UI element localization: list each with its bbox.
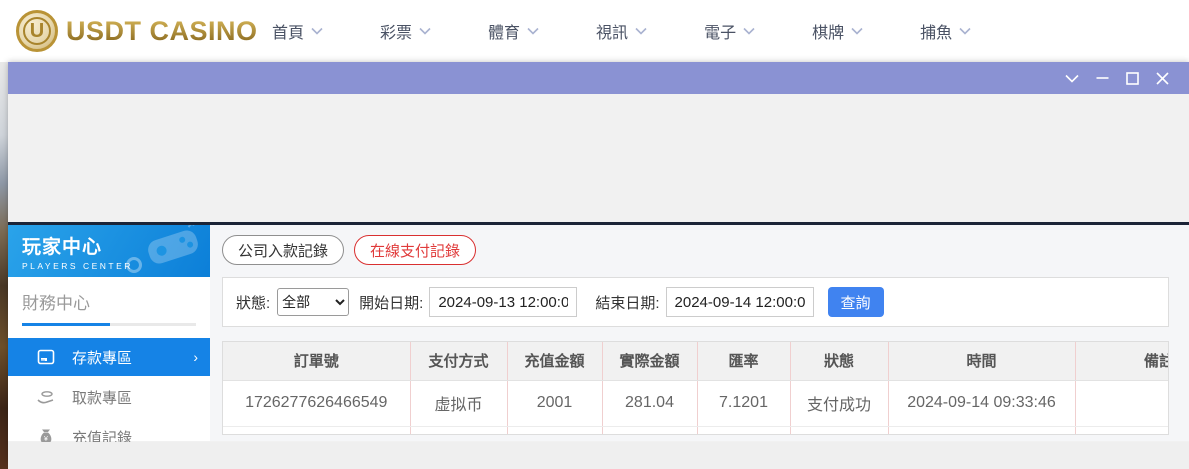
col-rate: 匯率 xyxy=(697,342,790,380)
end-date-label: 結束日期: xyxy=(595,292,659,313)
collapse-chevron-icon[interactable] xyxy=(1057,67,1087,89)
chevron-down-icon xyxy=(635,27,647,35)
tab-online-payment-records[interactable]: 在線支付記錄 xyxy=(354,235,476,265)
col-time: 時間 xyxy=(888,342,1075,380)
table-row-partial xyxy=(223,426,1169,434)
nav-item-fishing[interactable]: 捕魚 xyxy=(920,19,971,43)
cell-status: 支付成功 xyxy=(790,380,888,426)
chevron-down-icon xyxy=(743,27,755,35)
chevron-down-icon xyxy=(527,27,539,35)
status-label: 狀態: xyxy=(236,292,270,313)
sidebar-item-label: 取款專區 xyxy=(72,387,132,408)
nav-item-live[interactable]: 視訊 xyxy=(596,19,647,43)
nav-item-board-games[interactable]: 棋牌 xyxy=(812,19,863,43)
sidebar-menu: 存款專區 › 取款專區 xyxy=(8,338,210,456)
chevron-down-icon xyxy=(419,27,431,35)
chevron-down-icon xyxy=(959,27,971,35)
start-date-input[interactable] xyxy=(429,287,577,317)
chevron-down-icon xyxy=(851,27,863,35)
window-bottom-strip xyxy=(8,442,1189,469)
cell-amount: 2001 xyxy=(507,380,602,426)
search-button[interactable]: 查詢 xyxy=(828,287,884,317)
cell-time: 2024-09-14 09:33:46 xyxy=(888,380,1075,426)
cell-rate: 7.1201 xyxy=(697,380,790,426)
decorative-ring-icon xyxy=(126,257,142,273)
finance-section-label: 財務中心 xyxy=(22,289,196,314)
nav-item-lottery[interactable]: 彩票 xyxy=(380,19,431,43)
window-content: 玩家中心 PLAYERS CENTER 財務中心 xyxy=(8,225,1189,441)
records-table: 訂單號 支付方式 充值金額 實際金額 匯率 狀態 時間 備註 172627762… xyxy=(223,342,1169,434)
end-date-input[interactable] xyxy=(666,287,814,317)
start-date-label: 開始日期: xyxy=(359,292,423,313)
deposit-card-icon xyxy=(36,347,56,367)
cell-actual-amount: 281.04 xyxy=(602,380,697,426)
main-menu: 首頁 彩票 體育 視訊 電子 棋牌 xyxy=(272,19,1028,43)
col-amount: 充值金額 xyxy=(507,342,602,380)
minimize-icon[interactable] xyxy=(1087,67,1117,89)
col-pay-method: 支付方式 xyxy=(410,342,507,380)
withdraw-hand-icon xyxy=(36,387,56,407)
tab-company-deposit-records[interactable]: 公司入款記錄 xyxy=(222,235,344,265)
brand-logo[interactable]: U USDT CASINO xyxy=(16,10,266,52)
table-header-row: 訂單號 支付方式 充值金額 實際金額 匯率 狀態 時間 備註 xyxy=(223,342,1169,380)
chevron-right-icon: › xyxy=(193,349,198,365)
nav-item-home[interactable]: 首頁 xyxy=(272,19,323,43)
cell-order-no: 1726277626466549 xyxy=(223,380,410,426)
page-background-sliver xyxy=(0,62,8,469)
section-underline xyxy=(22,323,196,326)
cell-remark xyxy=(1075,380,1169,426)
sidebar-item-withdraw[interactable]: 取款專區 xyxy=(8,378,210,416)
nav-item-sports[interactable]: 體育 xyxy=(488,19,539,43)
col-status: 狀態 xyxy=(790,342,888,380)
record-tabs: 公司入款記錄 在線支付記錄 xyxy=(222,235,1189,265)
cell-pay-method: 虚拟币 xyxy=(410,380,507,426)
status-select[interactable]: 全部 xyxy=(277,288,349,316)
players-center-header: 玩家中心 PLAYERS CENTER xyxy=(8,225,210,277)
records-table-wrap: 訂單號 支付方式 充值金額 實際金額 匯率 狀態 時間 備註 172627762… xyxy=(222,341,1169,435)
main-panel: 公司入款記錄 在線支付記錄 狀態: 全部 開始日期: 結束日期: 查詢 xyxy=(210,225,1189,441)
brand-name: USDT CASINO xyxy=(66,16,258,47)
sidebar-item-deposit[interactable]: 存款專區 › xyxy=(8,338,210,376)
col-order-no: 訂單號 xyxy=(223,342,410,380)
maximize-icon[interactable] xyxy=(1117,67,1147,89)
chevron-down-icon xyxy=(311,27,323,35)
col-remark: 備註 xyxy=(1075,342,1169,380)
sidebar: 玩家中心 PLAYERS CENTER 財務中心 xyxy=(8,225,210,441)
table-row: 1726277626466549 虚拟币 2001 281.04 7.1201 … xyxy=(223,380,1169,426)
nav-item-slots[interactable]: 電子 xyxy=(704,19,755,43)
col-actual-amount: 實際金額 xyxy=(602,342,697,380)
player-center-window: 玩家中心 PLAYERS CENTER 財務中心 xyxy=(8,62,1189,462)
sidebar-item-label: 存款專區 xyxy=(72,347,132,368)
window-titlebar[interactable] xyxy=(8,62,1189,94)
filter-bar: 狀態: 全部 開始日期: 結束日期: 查詢 xyxy=(222,277,1169,327)
screen: U USDT CASINO 首頁 彩票 體育 視訊 電子 xyxy=(0,0,1189,469)
window-blank-area xyxy=(8,94,1189,222)
finance-section: 財務中心 xyxy=(8,277,210,334)
close-icon[interactable] xyxy=(1147,67,1177,89)
site-navbar: U USDT CASINO 首頁 彩票 體育 視訊 電子 xyxy=(0,0,1189,62)
casino-logo-icon: U xyxy=(16,10,58,52)
